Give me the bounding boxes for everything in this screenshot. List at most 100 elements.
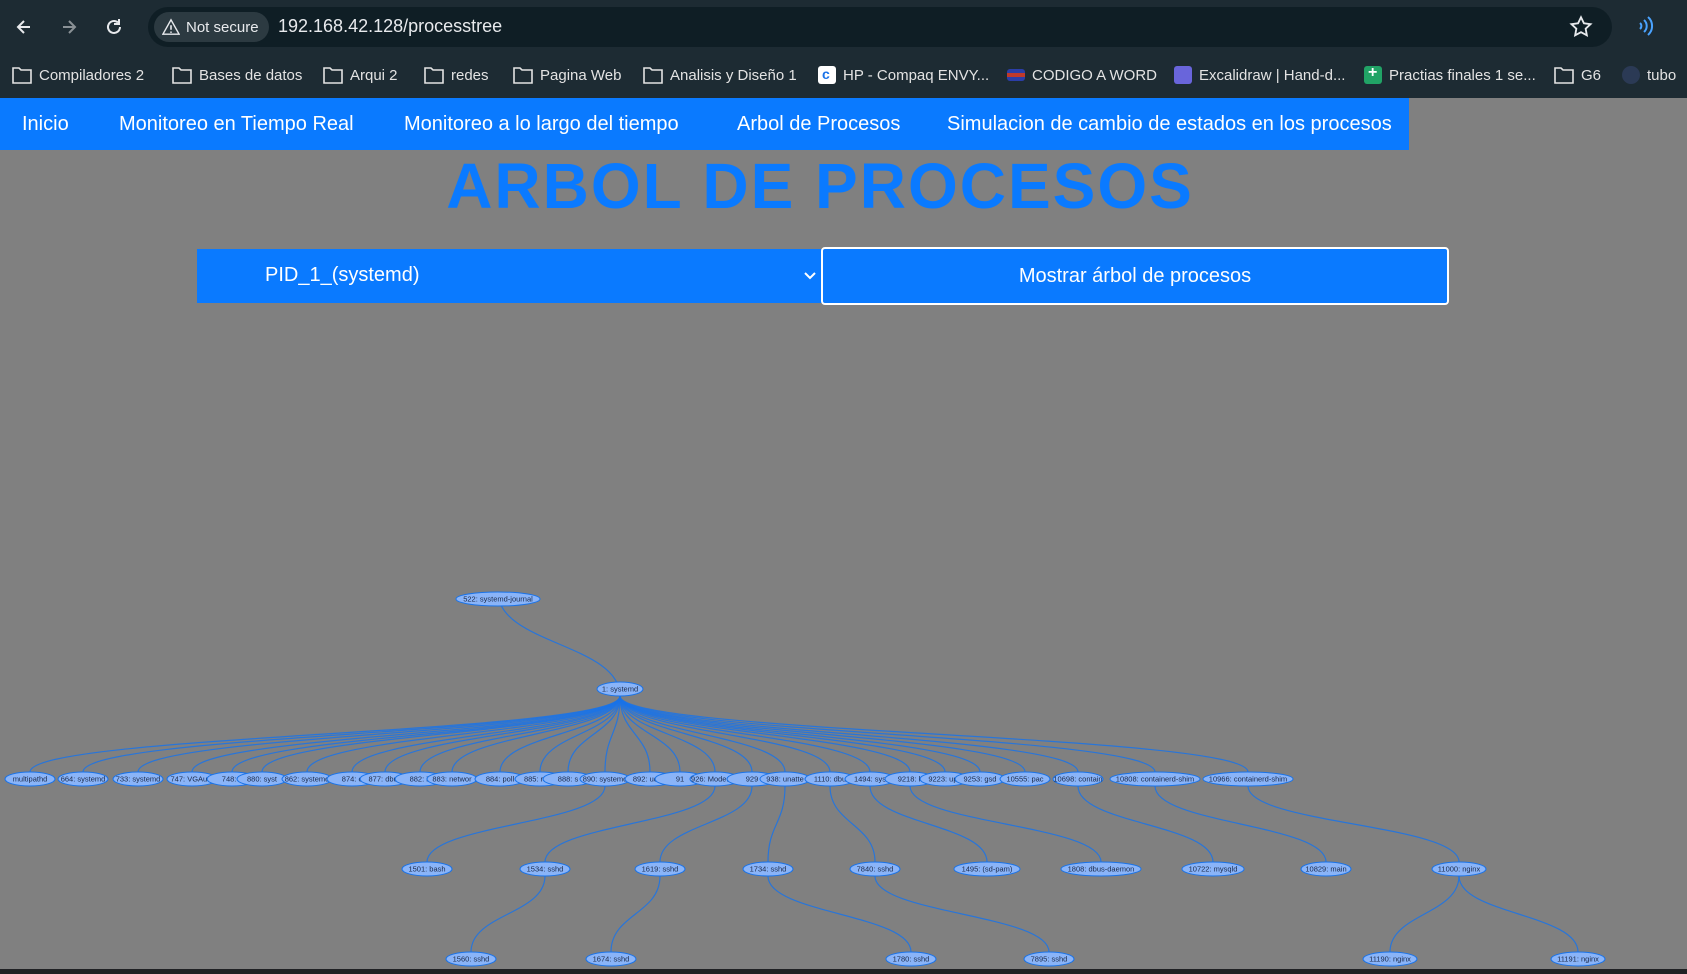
address-bar[interactable]: Not secure 192.168.42.128/processtree (148, 7, 1612, 47)
tree-node[interactable]: 733: systemd (112, 771, 164, 787)
bookmark-label: Excalidraw | Hand-d... (1199, 66, 1346, 84)
tree-node[interactable]: 1674: sshd (585, 951, 637, 967)
tree-node-label: 1: systemd (602, 685, 638, 694)
tree-node-label: 874: c (342, 775, 363, 784)
tree-node-label: 7840: sshd (857, 865, 894, 874)
tree-node[interactable]: 1495: (sd-pam) (953, 861, 1021, 877)
tree-node[interactable]: 11000: nginx (1431, 861, 1487, 877)
tree-node[interactable]: 7895: sshd (1023, 951, 1075, 967)
tree-edge (619, 695, 871, 773)
folder-icon (1554, 67, 1574, 84)
nav-monitoreo-tiempo[interactable]: Monitoreo a lo largo del tiempo (404, 113, 679, 136)
security-chip[interactable]: Not secure (154, 12, 269, 42)
tree-node[interactable]: 10829: main (1300, 861, 1352, 877)
nav-arbol-procesos[interactable]: Arbol de Procesos (737, 113, 900, 136)
tree-node-label: 11190: nginx (1369, 955, 1411, 964)
tree-node[interactable]: 522: systemd-journal (455, 591, 541, 607)
bookmark-label: Analisis y Diseño 1 (670, 66, 797, 84)
bookmark-g6[interactable]: G6 (1554, 62, 1601, 88)
tree-node[interactable]: 883: networ (426, 771, 478, 787)
tree-node[interactable]: 1619: sshd (634, 861, 686, 877)
tree-edge (1458, 875, 1579, 953)
url-text[interactable]: 192.168.42.128/processtree (278, 16, 502, 37)
folder-icon (12, 67, 32, 84)
tree-node[interactable]: 11191: nginx (1550, 951, 1606, 967)
back-arrow-icon[interactable] (5, 8, 43, 46)
folder-icon (323, 67, 343, 84)
profile-favicon-icon (1622, 66, 1640, 84)
forward-arrow-icon[interactable] (50, 8, 88, 46)
tree-node[interactable]: 11190: nginx (1362, 951, 1418, 967)
tree-node-label: 91 (676, 775, 684, 784)
tree-node[interactable]: 10555: pac (999, 771, 1051, 787)
tree-edge (470, 875, 546, 953)
tree-node-label: 10808: containerd-shim (1116, 775, 1194, 784)
tree-edge (659, 785, 753, 863)
c-favicon-icon: c (818, 66, 836, 84)
folder-icon (643, 67, 663, 84)
bookmark-label: CODIGO A WORD (1032, 66, 1158, 84)
tree-node-label: 10722: mysqld (1189, 865, 1238, 874)
bookmark-codigo-a-word[interactable]: CODIGO A WORD (1007, 62, 1157, 88)
bookmark-arqui2[interactable]: Arqui 2 (323, 62, 398, 88)
bookmark-bases-de-datos[interactable]: Bases de datos (172, 62, 302, 88)
tree-node-label: 1780: sshd (893, 955, 930, 964)
bookmark-compiladores[interactable]: Compiladores 2 (12, 62, 144, 88)
tree-node[interactable]: multipathd (4, 771, 56, 787)
tree-node[interactable]: 1734: sshd (742, 861, 794, 877)
nav-inicio[interactable]: Inicio (22, 113, 69, 136)
bookmark-practias[interactable]: + Practias finales 1 se... (1364, 62, 1536, 88)
nav-monitoreo-tiempo-real[interactable]: Monitoreo en Tiempo Real (119, 113, 354, 136)
bookmark-tubo[interactable]: tubo (1622, 62, 1676, 88)
tree-node[interactable]: 664: systemd (57, 771, 109, 787)
tree-node[interactable]: 7840: sshd (849, 861, 901, 877)
tree-node-label: 7895: sshd (1031, 955, 1068, 964)
tree-node[interactable]: 10966: containerd-shim (1202, 771, 1294, 787)
tree-node[interactable]: 890: systemd (579, 771, 631, 787)
tree-node[interactable]: 10808: containerd-shim (1109, 771, 1201, 787)
tree-node-label: 880: syst (247, 775, 278, 784)
tree-node[interactable]: 1501: bash (401, 861, 453, 877)
tree-node-label: 1560: sshd (453, 955, 490, 964)
tree-node[interactable]: 1534: sshd (519, 861, 571, 877)
cast-signal-icon[interactable] (1636, 14, 1660, 38)
bookmark-analisis[interactable]: Analisis y Diseño 1 (643, 62, 797, 88)
bookmark-pagina-web[interactable]: Pagina Web (513, 62, 621, 88)
tree-node[interactable]: 1560: sshd (445, 951, 497, 967)
pid-select[interactable]: PID_1_(systemd) (197, 249, 822, 303)
bookmark-redes[interactable]: redes (424, 62, 489, 88)
folder-icon (424, 67, 444, 84)
process-tree-graph[interactable]: 1: systemd 522: systemd-journal multipathd… (0, 340, 1687, 974)
nav-simulacion[interactable]: Simulacion de cambio de estados en los p… (947, 113, 1392, 136)
tree-node-label: 1501: bash (408, 865, 445, 874)
tree-edge (619, 695, 911, 773)
tree-edge (874, 875, 1050, 953)
tree-node[interactable]: 1: systemd (596, 681, 644, 697)
folder-icon (513, 67, 533, 84)
tree-node-label: 888: s (558, 775, 579, 784)
tree-edge (29, 695, 621, 773)
tree-edge (426, 785, 606, 863)
tree-node-label: 938: unatte (766, 775, 804, 784)
tree-node[interactable]: 880: syst (236, 771, 288, 787)
bookmark-label: G6 (1581, 66, 1602, 84)
bookmark-excalidraw[interactable]: Excalidraw | Hand-d... (1174, 62, 1345, 88)
reload-icon[interactable] (95, 8, 133, 46)
tree-node-label: 1619: sshd (642, 865, 679, 874)
tree-node[interactable]: 10698: contain (1052, 771, 1104, 787)
tree-edge (829, 785, 876, 863)
tree-node[interactable]: 10722: mysqld (1181, 861, 1245, 877)
tree-node[interactable]: 1808: dbus-daemon (1060, 861, 1142, 877)
tree-node-label: multipathd (13, 775, 48, 784)
tree-node[interactable]: 1780: sshd (885, 951, 937, 967)
bookmark-star-icon[interactable] (1568, 14, 1594, 40)
tree-node-label: 10966: containerd-shim (1209, 775, 1287, 784)
bookmark-hp-compaq[interactable]: c HP - Compaq ENVY... (818, 62, 989, 88)
tree-node[interactable]: 938: unatte (759, 771, 811, 787)
tree-node[interactable]: 9253: gsd (954, 771, 1006, 787)
show-tree-button[interactable]: Mostrar árbol de procesos (821, 247, 1449, 305)
tree-node[interactable]: 862: systemd (281, 771, 333, 787)
tree-edge (767, 785, 786, 863)
tree-edge (82, 695, 621, 773)
tree-node-label: 1110: dbu (814, 775, 846, 784)
